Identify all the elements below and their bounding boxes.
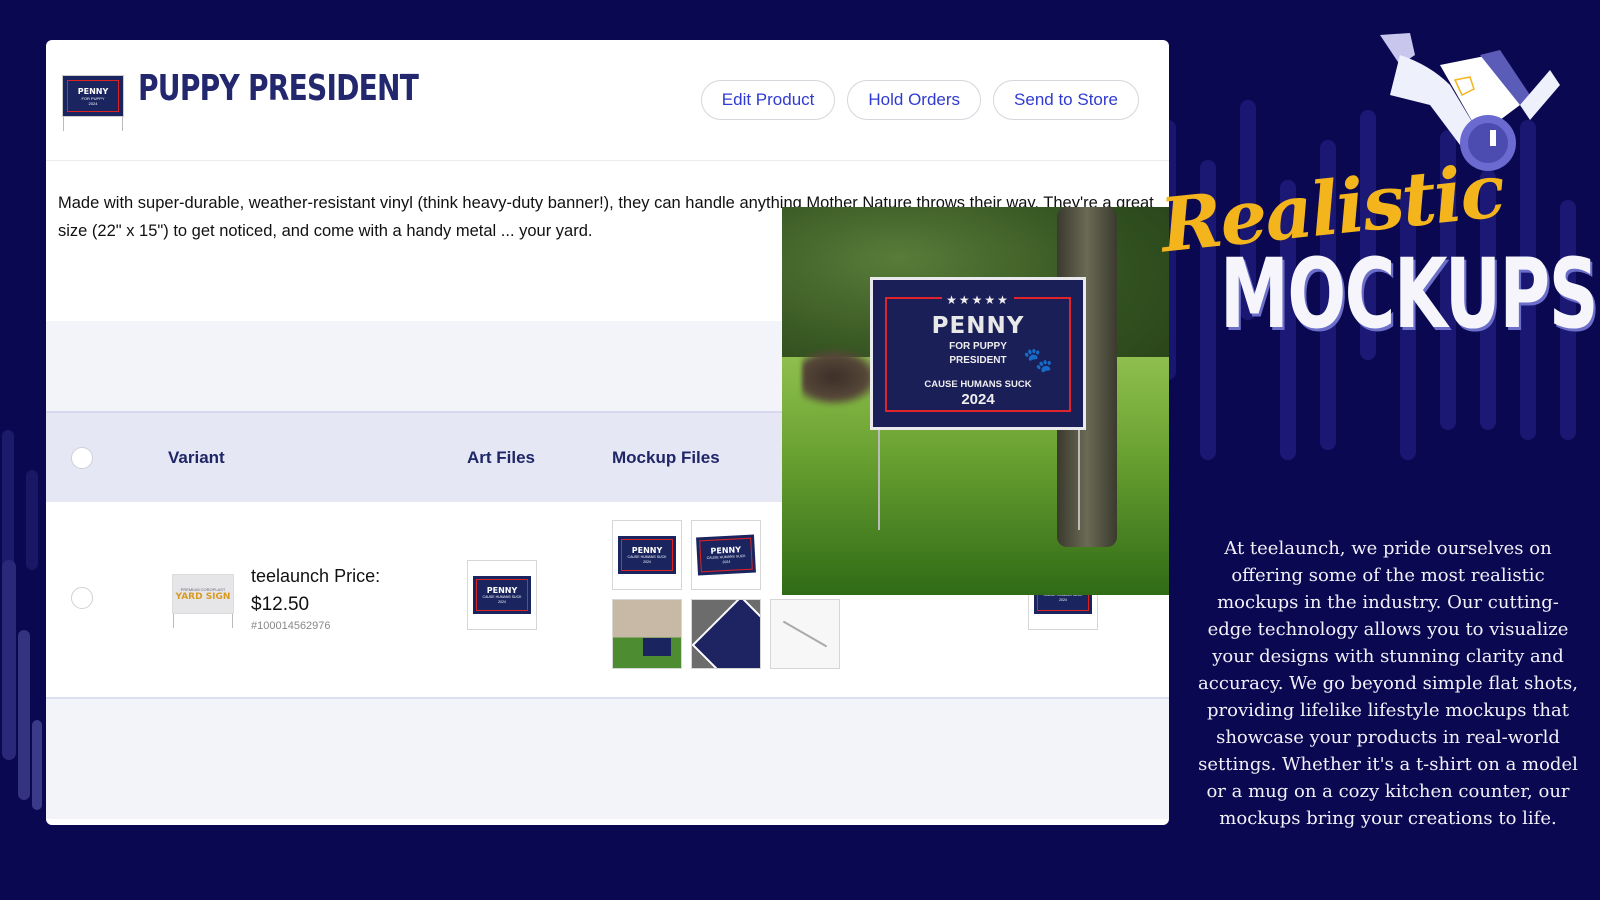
mockup-thumbnail-house[interactable] xyxy=(612,599,682,669)
mockup-thumbnail-corner[interactable] xyxy=(691,599,761,669)
variant-thumbnail: PREMIUM COROPLAST YARD SIGN xyxy=(172,574,236,630)
send-to-store-button[interactable]: Send to Store xyxy=(993,80,1139,120)
column-header-variant: Variant xyxy=(168,448,225,467)
column-header-art-files: Art Files xyxy=(467,448,536,467)
decorative-drips-left xyxy=(0,400,46,820)
price-label: teelaunch Price: xyxy=(251,566,381,586)
select-all-radio[interactable] xyxy=(71,447,93,469)
price-value: $12.50 xyxy=(251,594,310,615)
promo-body-text: At teelaunch, we pride ourselves on offe… xyxy=(1198,538,1578,829)
promo-block-title: MOCKUPS xyxy=(1220,238,1599,350)
mockup-thumbnail-flat[interactable]: PENNY CAUSE HUMANS SUCK 2024 xyxy=(612,520,682,590)
yard-sign: ★★★★★ PENNY FOR PUPPY PRESIDENT 🐾 CAUSE … xyxy=(870,277,1086,430)
column-header-mockup-files: Mockup Files xyxy=(612,448,720,467)
product-header: PENNY FOR PUPPY 2024 PUPPY PRESIDENT Edi… xyxy=(46,40,1169,161)
art-file-thumbnail[interactable]: PENNY CAUSE HUMANS SUCK 2024 xyxy=(467,560,537,630)
header-actions: Edit Product Hold Orders Send to Store xyxy=(700,80,1139,120)
product-title: PUPPY PRESIDENT xyxy=(138,68,419,109)
product-thumbnail: PENNY FOR PUPPY 2024 xyxy=(62,75,124,131)
paw-icon: 🐾 xyxy=(1023,347,1053,374)
yard-sign-thumbnail-icon: PENNY FOR PUPPY 2024 xyxy=(62,75,124,117)
mockup-thumbnail-stake[interactable] xyxy=(770,599,840,669)
row-select-radio[interactable] xyxy=(71,587,93,609)
stars-icon: ★★★★★ xyxy=(942,293,1014,307)
mockup-thumbnail-angled[interactable]: PENNY CAUSE HUMANS SUCK 2024 xyxy=(691,520,761,590)
lifestyle-mockup-photo: ★★★★★ PENNY FOR PUPPY PRESIDENT 🐾 CAUSE … xyxy=(782,207,1169,595)
hold-orders-button[interactable]: Hold Orders xyxy=(847,80,982,120)
edit-product-button[interactable]: Edit Product xyxy=(700,80,836,120)
sku-number: #100014562976 xyxy=(251,620,331,632)
empty-table-area xyxy=(46,699,1169,819)
